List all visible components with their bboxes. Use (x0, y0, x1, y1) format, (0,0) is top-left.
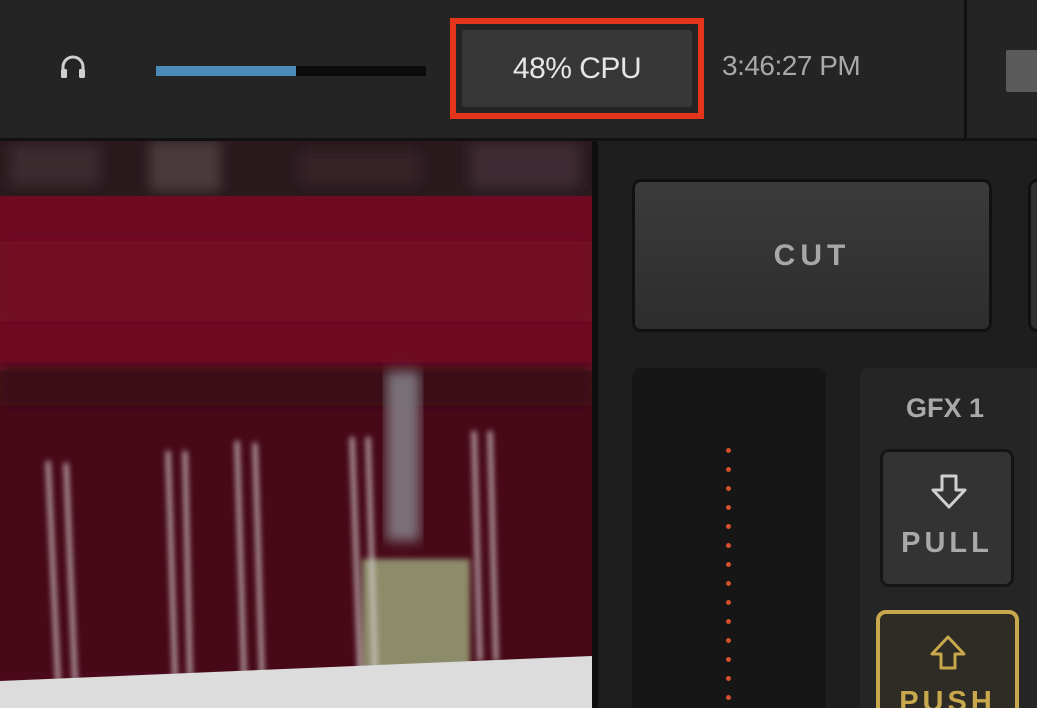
top-status-bar: 48% CPU 3:46:27 PM (0, 0, 1037, 141)
clock: 3:46:27 PM (722, 50, 861, 81)
transition-bar-dot (726, 505, 731, 510)
arrow-up-icon (930, 635, 966, 670)
transition-bar-dot (726, 619, 731, 624)
cpu-highlight-box (450, 18, 704, 119)
arrow-down-icon (931, 474, 967, 509)
transition-bar-dot (726, 486, 731, 491)
transition-bar-dot (726, 695, 731, 700)
auto-button-partial[interactable] (1028, 179, 1037, 332)
pull-button[interactable]: PULL (880, 449, 1014, 587)
transition-bar-dot (726, 600, 731, 605)
transition-bar-dot (726, 657, 731, 662)
push-label: PUSH (899, 686, 996, 708)
preview-frame-image (0, 141, 592, 708)
pull-label: PULL (901, 527, 993, 559)
transition-bar-dot (726, 448, 731, 453)
transition-bar-dot (726, 467, 731, 472)
push-button[interactable]: PUSH (876, 610, 1019, 708)
transition-bar-dot (726, 543, 731, 548)
transition-bar-dot (726, 524, 731, 529)
transition-bar-dot (726, 676, 731, 681)
topbar-control-partial[interactable] (1006, 50, 1037, 92)
app-window: 48% CPU 3:46:27 PM CUT GFX 1 PULL PUSH (0, 0, 1037, 708)
audio-level-fill (156, 66, 297, 76)
headphone-icon[interactable] (58, 52, 88, 82)
video-preview (0, 141, 592, 708)
cut-button[interactable]: CUT (632, 179, 992, 332)
audio-level-meter (156, 66, 426, 76)
transition-bar-dot (726, 638, 731, 643)
transition-bar-dot (726, 581, 731, 586)
gfx-title: GFX 1 (905, 393, 985, 423)
transition-bar-dot (726, 562, 731, 567)
topbar-divider (964, 0, 967, 138)
